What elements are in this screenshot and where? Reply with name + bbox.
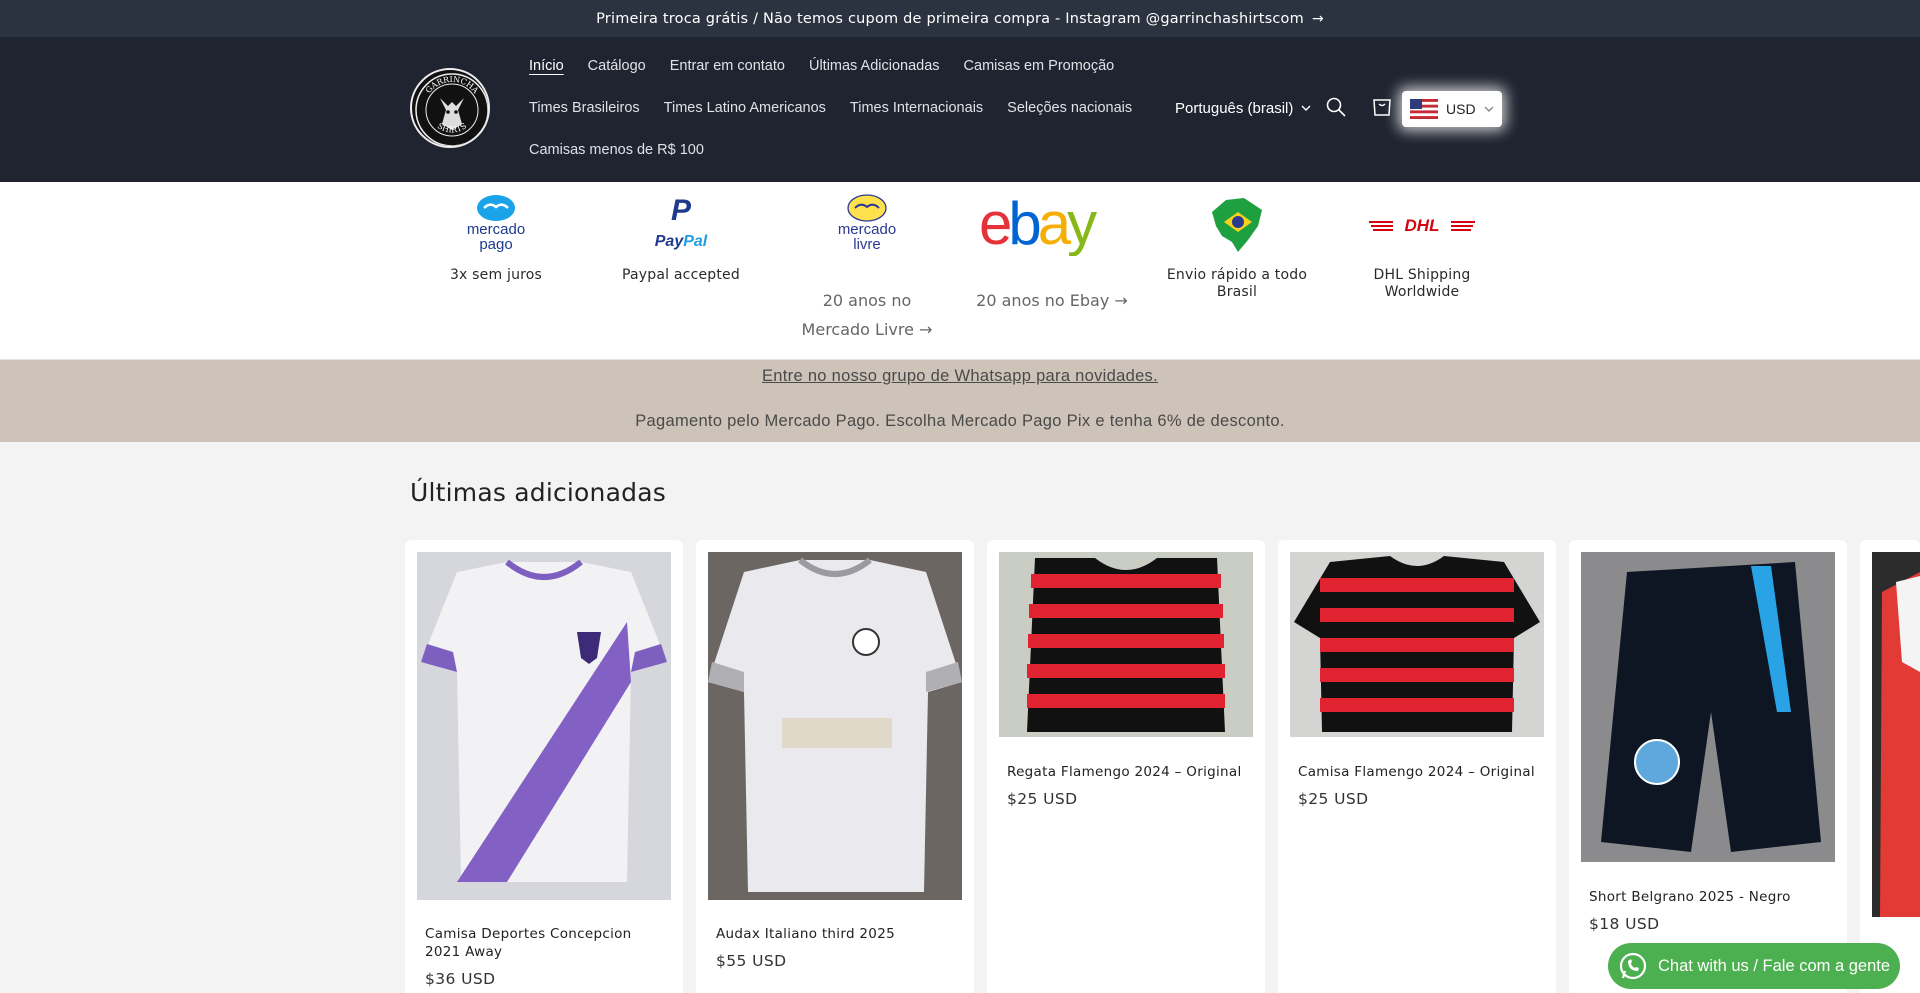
nav-times-brasileiros[interactable]: Times Brasileiros bbox=[529, 100, 640, 116]
main-nav-row-1: Início Catálogo Entrar em contato Última… bbox=[529, 58, 1138, 74]
nav-catalogo[interactable]: Catálogo bbox=[588, 58, 646, 74]
whatsapp-icon bbox=[1619, 952, 1647, 980]
product-image[interactable] bbox=[417, 552, 671, 900]
nav-times-internacionais[interactable]: Times Internacionais bbox=[850, 100, 983, 116]
svg-text:GARRINCHA: GARRINCHA bbox=[424, 75, 481, 95]
mercado-pago-logo-icon: mercado pago bbox=[411, 190, 581, 258]
product-title[interactable]: Camisa Flamengo 2024 – Original bbox=[1298, 763, 1538, 781]
main-nav-row-3: Camisas menos de R$ 100 bbox=[529, 142, 728, 158]
pay-caption: 3x sem juros bbox=[449, 267, 543, 283]
currency-label: USD bbox=[1446, 101, 1476, 117]
product-title[interactable]: Audax Italiano third 2025 bbox=[716, 925, 956, 943]
nav-ultimas[interactable]: Últimas Adicionadas bbox=[809, 58, 940, 74]
product-card[interactable]: Short Belgrano 2025 - Negro $18 USD bbox=[1569, 540, 1847, 993]
pay-mercado-pago: mercado pago 3x sem juros bbox=[411, 190, 581, 284]
nav-promocao[interactable]: Camisas em Promoção bbox=[964, 58, 1115, 74]
product-image[interactable] bbox=[999, 552, 1253, 737]
product-card[interactable]: Audax Italiano third 2025 $55 USD bbox=[696, 540, 974, 993]
product-card[interactable]: Camisa Flamengo 2024 – Original $25 USD bbox=[1278, 540, 1556, 993]
product-card-partial[interactable] bbox=[1860, 540, 1920, 993]
product-image[interactable] bbox=[1290, 552, 1544, 737]
product-image[interactable] bbox=[1581, 552, 1835, 862]
svg-text:DHL: DHL bbox=[1405, 216, 1440, 235]
pay-caption: Paypal accepted bbox=[622, 267, 740, 283]
payment-info-text: Pagamento pelo Mercado Pago. Escolha Mer… bbox=[635, 412, 1285, 430]
chevron-down-icon bbox=[1484, 106, 1494, 112]
product-price: $36 USD bbox=[425, 970, 496, 988]
pay-mercado-livre: mercado livre 20 anos no Mercado Livre → bbox=[782, 190, 952, 344]
ebay-link[interactable]: 20 anos no Ebay → bbox=[967, 286, 1137, 315]
us-flag-icon bbox=[1410, 99, 1438, 119]
pay-caption: DHL Shipping Worldwide bbox=[1373, 267, 1471, 300]
product-title[interactable]: Short Belgrano 2025 - Negro bbox=[1589, 888, 1829, 906]
pay-ebay: ebay 20 anos no Ebay → bbox=[967, 190, 1137, 315]
site-header: GARRINCHA SHIRTS Início Catálogo Entrar … bbox=[0, 37, 1920, 182]
brazil-map-icon bbox=[1152, 190, 1322, 258]
product-price: $25 USD bbox=[1298, 790, 1369, 808]
announcement-bar[interactable]: Primeira troca grátis / Não temos cupom … bbox=[0, 0, 1920, 37]
section-title: Últimas adicionadas bbox=[410, 478, 666, 507]
pay-dhl: DHL DHL Shipping Worldwide bbox=[1337, 190, 1507, 301]
logo-text: GARRINCHA SHIRTS bbox=[424, 75, 481, 135]
currency-selector[interactable]: USD bbox=[1402, 91, 1502, 127]
product-title[interactable]: Camisa Deportes Concepcion 2021 Away bbox=[425, 925, 665, 961]
arrow-right-icon: → bbox=[1311, 10, 1324, 27]
product-image[interactable] bbox=[1872, 552, 1920, 917]
product-title[interactable]: Regata Flamengo 2024 – Original bbox=[1007, 763, 1247, 781]
language-selector[interactable]: Português (brasil) bbox=[1175, 100, 1311, 117]
nav-contato[interactable]: Entrar em contato bbox=[670, 58, 785, 74]
chat-label: Chat with us / Fale com a gente bbox=[1658, 956, 1891, 975]
product-image[interactable] bbox=[708, 552, 962, 900]
whatsapp-group-link[interactable]: Entre no nosso grupo de Whatsapp para no… bbox=[0, 367, 1920, 386]
nav-selecoes[interactable]: Seleções nacionais bbox=[1007, 100, 1132, 116]
cart-icon bbox=[1373, 99, 1391, 116]
info-band: Entre no nosso grupo de Whatsapp para no… bbox=[0, 360, 1920, 442]
product-card[interactable]: Regata Flamengo 2024 – Original $25 USD bbox=[987, 540, 1265, 993]
product-price: $25 USD bbox=[1007, 790, 1078, 808]
pay-paypal: P PayPal Paypal accepted bbox=[596, 190, 766, 284]
payment-strip: mercado pago 3x sem juros P PayPal Paypa… bbox=[0, 182, 1920, 360]
svg-text:PayPal: PayPal bbox=[655, 233, 708, 250]
svg-text:SHIRTS: SHIRTS bbox=[436, 121, 468, 134]
paypal-logo-icon: P PayPal bbox=[596, 190, 766, 258]
nav-times-latinos[interactable]: Times Latino Americanos bbox=[664, 100, 826, 116]
search-button[interactable] bbox=[1325, 96, 1351, 122]
search-icon bbox=[1326, 97, 1346, 117]
ebay-logo-icon: ebay bbox=[967, 190, 1137, 258]
pay-caption: Envio rápido a todo Brasil bbox=[1166, 267, 1308, 300]
svg-text:pago: pago bbox=[479, 236, 512, 253]
dhl-logo-icon: DHL bbox=[1337, 190, 1507, 258]
mercado-livre-link[interactable]: 20 anos no Mercado Livre → bbox=[797, 286, 937, 344]
product-price: $55 USD bbox=[716, 952, 787, 970]
svg-text:ebay: ebay bbox=[979, 192, 1097, 256]
svg-text:livre: livre bbox=[853, 236, 881, 253]
nav-menos-100[interactable]: Camisas menos de R$ 100 bbox=[529, 142, 704, 158]
svg-text:P: P bbox=[671, 194, 692, 227]
language-label: Português (brasil) bbox=[1175, 100, 1294, 117]
whatsapp-chat-button[interactable]: Chat with us / Fale com a gente bbox=[1608, 943, 1900, 989]
nav-inicio[interactable]: Início bbox=[529, 58, 564, 74]
main-nav-row-2: Times Brasileiros Times Latino Americano… bbox=[529, 100, 1156, 116]
cart-button[interactable] bbox=[1371, 96, 1397, 122]
mercado-livre-logo-icon: mercado livre bbox=[782, 190, 952, 258]
pay-brazil: Envio rápido a todo Brasil bbox=[1152, 190, 1322, 301]
store-logo[interactable]: GARRINCHA SHIRTS bbox=[410, 68, 490, 148]
chevron-down-icon bbox=[1301, 105, 1311, 111]
product-card[interactable]: Camisa Deportes Concepcion 2021 Away $36… bbox=[405, 540, 683, 993]
product-price: $18 USD bbox=[1589, 915, 1660, 933]
announcement-text: Primeira troca grátis / Não temos cupom … bbox=[596, 10, 1304, 27]
